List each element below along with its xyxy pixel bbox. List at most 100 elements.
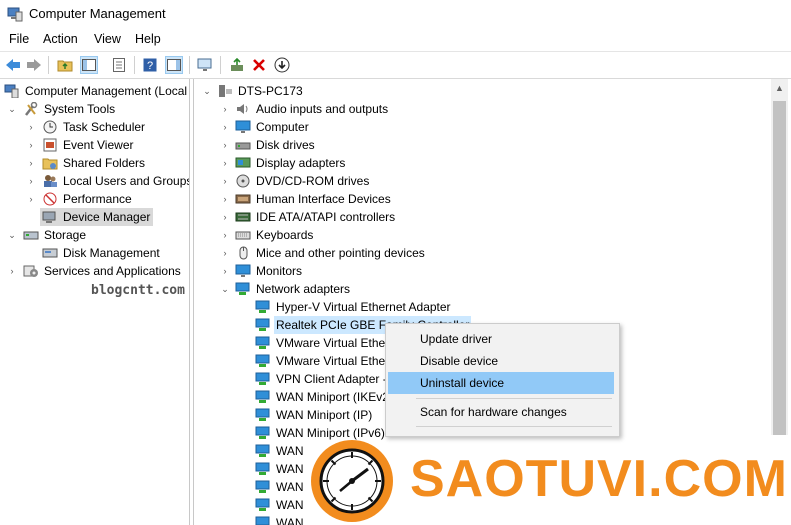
adapter-label: WAN — [276, 480, 304, 494]
display-adapter-icon — [235, 157, 251, 168]
chevron-right-icon[interactable]: › — [219, 244, 231, 262]
tree-item-shared-folders[interactable]: › Shared Folders — [0, 154, 189, 172]
tree-item-task-scheduler[interactable]: › Task Scheduler — [0, 118, 189, 136]
tree-item-disk-management[interactable]: Disk Management — [0, 244, 189, 262]
scrollbar-thumb[interactable] — [773, 101, 786, 435]
network-adapter-icon — [255, 372, 270, 385]
device-category[interactable]: › Monitors — [194, 262, 764, 280]
properties-button[interactable] — [110, 56, 128, 74]
keyboard-icon — [235, 231, 251, 240]
chevron-right-icon[interactable]: › — [25, 118, 37, 136]
forward-button[interactable] — [25, 56, 43, 74]
device-tree-root-label: DTS-PC173 — [238, 84, 303, 98]
chevron-right-icon[interactable]: › — [219, 136, 231, 154]
tree-item-services[interactable]: › Services and Applications — [0, 262, 189, 280]
device-category[interactable]: › Mice and other pointing devices — [194, 244, 764, 262]
storage-icon — [23, 231, 39, 240]
disable-device-menu-item[interactable]: Disable device — [388, 350, 614, 372]
chevron-down-icon[interactable]: ⌄ — [6, 226, 18, 244]
users-icon — [44, 175, 57, 187]
tree-item-performance[interactable]: › Performance — [0, 190, 189, 208]
services-icon — [23, 265, 38, 277]
tree-root[interactable]: Computer Management (Local — [0, 82, 189, 100]
network-adapter-icon — [255, 390, 270, 403]
uninstall-device-menu-item[interactable]: Uninstall device — [388, 372, 614, 394]
menu-item-label: Scan for hardware changes — [420, 405, 567, 419]
category-label: Keyboards — [256, 228, 314, 242]
network-adapter-item[interactable]: Hyper-V Virtual Ethernet Adapter — [194, 298, 764, 316]
device-category[interactable]: › DVD/CD-ROM drives — [194, 172, 764, 190]
tree-item-system-tools[interactable]: ⌄ System Tools — [0, 100, 189, 118]
device-category[interactable]: › Human Interface Devices — [194, 190, 764, 208]
scan-hardware-menu-item[interactable]: Scan for hardware changes — [388, 401, 614, 423]
chevron-down-icon[interactable]: ⌄ — [201, 82, 213, 100]
category-label: IDE ATA/ATAPI controllers — [256, 210, 396, 224]
tree-label: Storage — [44, 228, 87, 242]
network-adapter-icon — [255, 426, 270, 439]
chevron-right-icon[interactable]: › — [219, 172, 231, 190]
device-category[interactable]: › Computer — [194, 118, 764, 136]
device-category[interactable]: › Display adapters — [194, 154, 764, 172]
menu-item-label: Disable device — [420, 354, 499, 368]
chevron-right-icon[interactable]: › — [219, 208, 231, 226]
update-driver-button[interactable] — [228, 56, 246, 74]
chevron-right-icon[interactable]: › — [219, 226, 231, 244]
chevron-right-icon[interactable]: › — [219, 262, 231, 280]
chevron-right-icon[interactable]: › — [219, 190, 231, 208]
chevron-right-icon[interactable]: › — [25, 172, 37, 190]
device-category[interactable]: › Keyboards — [194, 226, 764, 244]
vertical-scrollbar[interactable]: ▲ — [771, 79, 788, 435]
tree-item-event-viewer[interactable]: › Event Viewer — [0, 136, 189, 154]
chevron-down-icon[interactable]: ⌄ — [6, 100, 18, 118]
chevron-right-icon[interactable]: › — [25, 190, 37, 208]
back-button[interactable] — [4, 56, 22, 74]
brand-overlay: SAOTUVI.COM — [310, 435, 791, 525]
category-label: DVD/CD-ROM drives — [256, 174, 370, 188]
chevron-right-icon[interactable]: › — [219, 100, 231, 118]
update-driver-icon — [231, 58, 243, 71]
tree-item-storage[interactable]: ⌄ Storage — [0, 226, 189, 244]
tree-item-local-users[interactable]: › Local Users and Groups — [0, 172, 190, 190]
device-category[interactable]: › Audio inputs and outputs — [194, 100, 764, 118]
menu-action[interactable]: Action — [43, 32, 78, 46]
menu-divider — [416, 426, 612, 427]
chevron-right-icon[interactable]: › — [25, 136, 37, 154]
help-button[interactable]: ? — [141, 56, 159, 74]
tree-item-device-manager[interactable]: Device Manager — [40, 208, 153, 226]
ide-controller-icon — [235, 212, 251, 222]
tree-label: System Tools — [44, 102, 116, 116]
chevron-right-icon[interactable]: › — [25, 154, 37, 172]
chevron-down-icon[interactable]: ⌄ — [219, 280, 231, 298]
tree-label: Event Viewer — [63, 138, 134, 152]
tree-label: Performance — [63, 192, 132, 206]
menu-file[interactable]: File — [9, 32, 29, 46]
scan-hardware-button[interactable] — [196, 56, 214, 74]
svg-text:?: ? — [147, 60, 153, 72]
chevron-right-icon[interactable]: › — [219, 154, 231, 172]
disk-management-icon — [42, 248, 58, 258]
category-label: Mice and other pointing devices — [256, 246, 425, 260]
up-folder-button[interactable] — [56, 56, 74, 74]
device-tree-root[interactable]: ⌄ DTS-PC173 — [194, 82, 764, 100]
menu-view[interactable]: View — [94, 32, 121, 46]
device-category-network-adapters[interactable]: ⌄ Network adapters — [194, 280, 764, 298]
folder-up-icon — [57, 60, 73, 72]
show-hide-tree-button[interactable] — [80, 56, 98, 74]
scroll-up-icon[interactable]: ▲ — [774, 83, 785, 93]
chevron-right-icon[interactable]: › — [6, 262, 18, 280]
network-adapter-icon — [255, 444, 270, 457]
uninstall-button[interactable] — [250, 56, 268, 74]
enable-device-button[interactable] — [273, 56, 291, 74]
adapter-label: WAN — [276, 462, 304, 476]
update-driver-menu-item[interactable]: Update driver — [388, 328, 614, 350]
device-category[interactable]: › Disk drives — [194, 136, 764, 154]
chevron-right-icon[interactable]: › — [219, 118, 231, 136]
category-label: Audio inputs and outputs — [256, 102, 389, 116]
category-label: Monitors — [256, 264, 303, 278]
device-category[interactable]: › IDE ATA/ATAPI controllers — [194, 208, 764, 226]
network-adapter-icon — [235, 282, 250, 295]
adapter-label: WAN Miniport (IP) — [276, 408, 373, 422]
menu-help[interactable]: Help — [135, 32, 161, 46]
show-action-pane-button[interactable] — [165, 56, 183, 74]
network-adapter-icon — [255, 516, 270, 525]
